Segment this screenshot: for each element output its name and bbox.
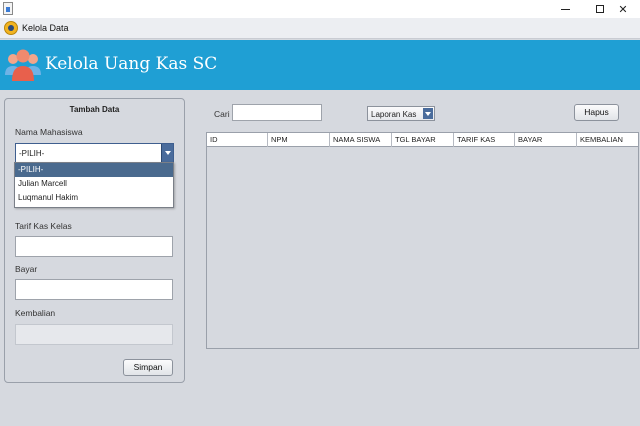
- laporan-kas-value: Laporan Kas: [371, 110, 417, 119]
- tarif-kas-field[interactable]: [15, 236, 173, 257]
- nama-mahasiswa-label: Nama Mahasiswa: [15, 127, 83, 137]
- column-header[interactable]: NAMA SISWA: [330, 133, 392, 147]
- chevron-down-icon[interactable]: [423, 108, 433, 119]
- minimize-icon: [560, 8, 570, 10]
- panel-title: Tambah Data: [69, 105, 120, 114]
- users-group-icon: [5, 49, 41, 81]
- close-button[interactable]: ✕: [606, 0, 640, 18]
- app-title: Kelola Uang Kas SC: [45, 54, 218, 74]
- nama-mahasiswa-combobox[interactable]: -PILIH-: [15, 143, 174, 163]
- column-header[interactable]: BAYAR: [515, 133, 577, 147]
- dropdown-option[interactable]: Luqmanul Hakim: [15, 191, 173, 205]
- bayar-field[interactable]: [15, 279, 173, 300]
- minimize-button[interactable]: [548, 0, 582, 18]
- column-header[interactable]: NPM: [268, 133, 330, 147]
- window-titlebar: ✕: [0, 0, 640, 18]
- laporan-kas-select[interactable]: Laporan Kas: [367, 106, 435, 121]
- combobox-selected-value: -PILIH-: [19, 149, 45, 158]
- frame-title: Kelola Data: [22, 23, 69, 33]
- java-app-icon: [3, 2, 13, 15]
- kas-table: ID NPM NAMA SISWA TGL BAYAR TARIF KAS BA…: [206, 132, 639, 349]
- nama-mahasiswa-dropdown-list: -PILIH- Julian Marcell Luqmanul Hakim: [14, 162, 174, 208]
- bayar-label: Bayar: [15, 264, 38, 274]
- kembalian-field: [15, 324, 173, 345]
- chevron-down-icon[interactable]: [161, 144, 173, 162]
- table-header: ID NPM NAMA SISWA TGL BAYAR TARIF KAS BA…: [207, 133, 638, 147]
- header-banner: Kelola Uang Kas SC: [0, 40, 640, 90]
- column-header[interactable]: KEMBALIAN: [577, 133, 638, 147]
- kembalian-label: Kembalian: [15, 308, 56, 318]
- close-icon: ✕: [618, 2, 628, 16]
- dropdown-option[interactable]: -PILIH-: [15, 163, 173, 177]
- simpan-button[interactable]: Simpan: [123, 359, 173, 376]
- tambah-data-panel: Tambah Data Nama Mahasiswa -PILIH- Tarif…: [4, 98, 185, 383]
- hapus-button[interactable]: Hapus: [574, 104, 619, 121]
- column-header[interactable]: TARIF KAS: [454, 133, 515, 147]
- dropdown-option[interactable]: Julian Marcell: [15, 177, 173, 191]
- column-header[interactable]: ID: [207, 133, 268, 147]
- maximize-icon: [596, 5, 604, 13]
- search-input[interactable]: [232, 104, 322, 121]
- cari-label: Cari: [214, 109, 230, 119]
- tarif-kas-label: Tarif Kas Kelas: [15, 221, 72, 231]
- internal-frame-titlebar: Kelola Data: [0, 18, 640, 39]
- frame-logo-icon: [4, 21, 18, 35]
- column-header[interactable]: TGL BAYAR: [392, 133, 454, 147]
